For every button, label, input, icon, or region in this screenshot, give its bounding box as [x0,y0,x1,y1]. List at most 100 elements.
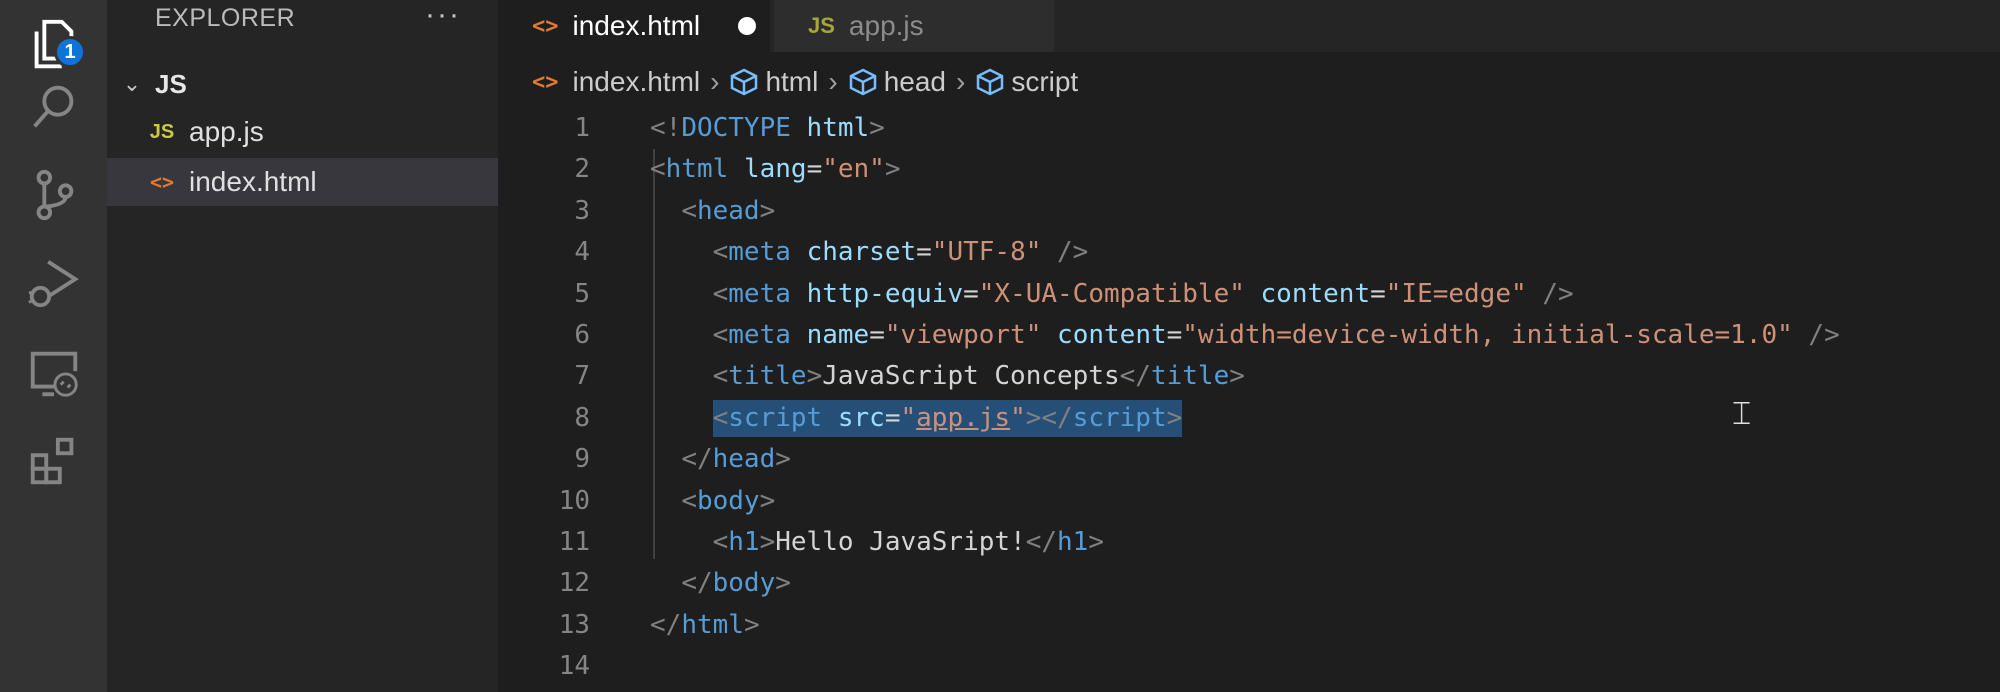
code-line[interactable]: 14 [498,646,2000,687]
code-line[interactable]: 7 <title>JavaScript Concepts</title> [498,356,2000,397]
breadcrumb-head[interactable]: head [848,66,946,98]
breadcrumb-file-label: index.html [572,66,701,97]
more-actions-icon[interactable]: ··· [425,0,461,32]
source-control-button[interactable] [0,150,107,240]
folder-js[interactable]: ⌄ JS [117,64,497,104]
code-token: src [837,402,885,433]
line-number[interactable]: 13 [498,605,590,646]
line-number[interactable]: 10 [498,481,590,522]
code-token: = [1166,320,1183,350]
code-line[interactable]: 8 <script src="app.js"></script> [498,398,2000,439]
breadcrumb-label: html [765,66,819,97]
code-token: > [869,113,885,143]
code-line[interactable]: 2 <html lang="en"> [498,149,2000,190]
tab-app-js[interactable]: JS app.js [774,0,1054,52]
code-line[interactable]: 12 </body> [498,563,2000,604]
extensions-icon [30,437,73,485]
code-token: > [884,154,901,185]
code-line[interactable]: 11 <h1>Hello JavaSript!</h1> [498,522,2000,563]
breadcrumb-file[interactable]: <> index.html [532,66,700,98]
chevron-right-icon: › [710,66,720,97]
line-number[interactable]: 6 [498,315,590,356]
remote-explorer-button[interactable] [0,328,107,418]
code-text: <meta charset="UTF-8" /> [650,232,1089,273]
code-token: </ [650,609,682,640]
activity-bar: 1 [0,0,107,692]
line-number[interactable]: 12 [498,563,590,604]
run-debug-icon [27,260,79,308]
breadcrumb-html[interactable]: html [729,66,818,98]
symbol-cube-icon [731,68,758,96]
code-token: title [728,361,807,392]
code-token: < [712,278,729,309]
line-number[interactable]: 2 [498,149,590,190]
code-token: " [900,402,917,433]
code-line[interactable]: 9 </head> [498,439,2000,480]
tab-index-html[interactable]: <> index.html [498,0,770,52]
line-number[interactable]: 8 [498,398,590,439]
code-token: body [696,485,760,516]
code-line[interactable]: 5 <meta http-equiv="X-UA-Compatible" con… [498,274,2000,315]
line-number[interactable]: 5 [498,274,590,315]
code-token: < [681,485,697,516]
breadcrumb-label: script [1011,66,1079,97]
breadcrumb-label: head [883,66,946,97]
code-line[interactable]: 6 <meta name="viewport" content="width=d… [498,315,2000,356]
code-line[interactable]: 10 <body> [498,481,2000,522]
code-token: app.js [916,402,1011,433]
code-token: < [712,237,729,268]
code-text: </head> [650,439,791,480]
code-line[interactable]: 4 <meta charset="UTF-8" /> [498,232,2000,273]
search-button[interactable] [0,62,107,152]
search-icon [32,85,73,128]
code-token: < [712,402,729,433]
breadcrumb-script[interactable]: script [975,66,1078,98]
code-token: meta [728,320,791,350]
code-token: > [743,609,760,640]
code-text: </html> [650,605,760,646]
file-name: index.html [189,166,317,197]
code-token: = [916,237,932,268]
code-token: html [806,113,870,143]
code-token: > [1166,402,1183,433]
code-line[interactable]: 1 <!DOCTYPE html> [498,108,2000,149]
code-token: "X-UA-Compatible" [978,278,1245,309]
file-item-app-js[interactable]: JS app.js [107,108,498,156]
line-number[interactable]: 11 [498,522,590,563]
code-token: " [1010,402,1026,433]
line-number[interactable]: 9 [498,439,590,480]
code-token: meta [728,278,791,309]
code-token: title [1150,361,1230,392]
remote-explorer-icon [30,351,78,397]
line-number[interactable]: 3 [498,191,590,232]
tab-label: index.html [572,10,701,41]
unsaved-dot-icon[interactable] [738,17,756,35]
run-debug-button[interactable] [0,238,107,328]
code-token: < [712,527,729,557]
code-token: "en" [822,154,885,185]
code-token: </ [1025,527,1058,557]
code-line[interactable]: 13 </html> [498,605,2000,646]
extensions-button[interactable] [0,416,107,506]
line-number[interactable]: 14 [498,646,590,687]
code-editor[interactable]: ⌶ 1 <!DOCTYPE html> 2 <html lang="en"> 3 <he… [498,108,2000,692]
code-token: html [681,609,744,640]
line-number[interactable]: 4 [498,232,590,273]
code-token: charset [806,237,917,268]
line-number[interactable]: 7 [498,356,590,397]
symbol-cube-icon [849,68,876,96]
code-token: h1 [1057,527,1089,557]
file-item-index-html[interactable]: <> index.html [107,158,498,206]
line-number[interactable]: 1 [498,108,590,149]
code-text: <body> [650,481,775,522]
code-token: Hello JavaSript! [775,527,1026,557]
code-line[interactable]: 3 <head> [498,191,2000,232]
